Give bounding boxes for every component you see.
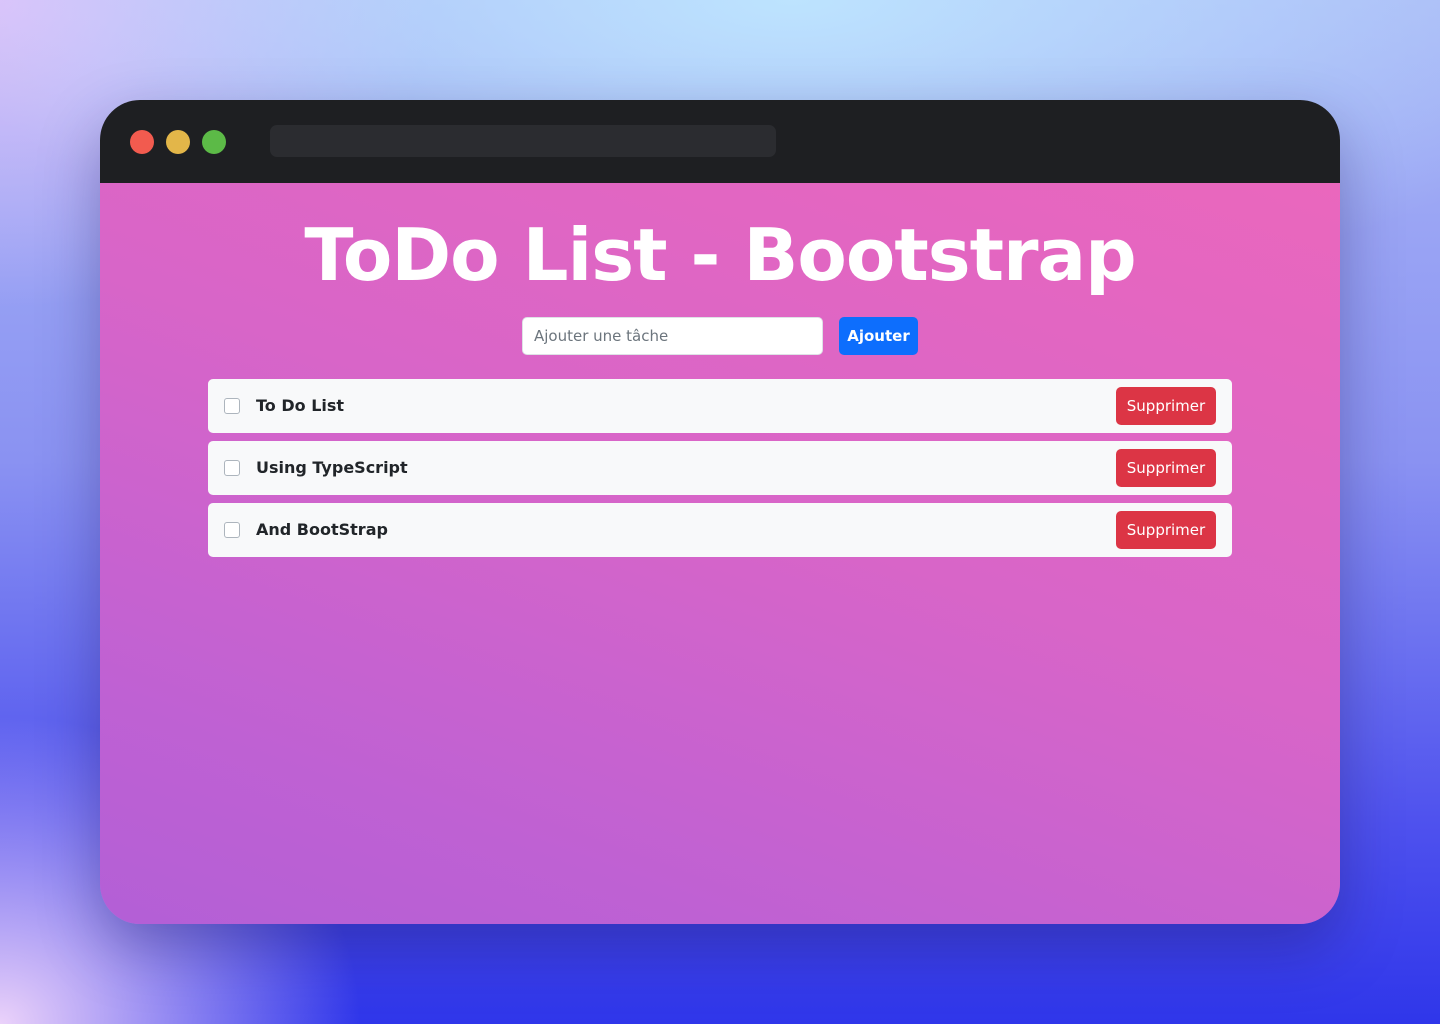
task-checkbox[interactable] [224, 398, 240, 414]
task-item: Using TypeScript Supprimer [208, 441, 1232, 495]
minimize-window-button[interactable] [166, 130, 190, 154]
maximize-window-button[interactable] [202, 130, 226, 154]
delete-task-button[interactable]: Supprimer [1116, 387, 1216, 425]
task-item: To Do List Supprimer [208, 379, 1232, 433]
task-list: To Do List Supprimer Using TypeScript Su… [208, 379, 1232, 565]
page-content: ToDo List - Bootstrap Ajouter To Do List… [100, 183, 1340, 924]
task-label: To Do List [256, 396, 345, 415]
browser-window: ToDo List - Bootstrap Ajouter To Do List… [100, 100, 1340, 924]
title-bar [100, 100, 1340, 183]
close-window-button[interactable] [130, 130, 154, 154]
task-label: And BootStrap [256, 520, 388, 539]
task-checkbox[interactable] [224, 460, 240, 476]
page-title: ToDo List - Bootstrap [304, 213, 1136, 297]
task-input[interactable] [522, 317, 823, 355]
task-checkbox[interactable] [224, 522, 240, 538]
delete-task-button[interactable]: Supprimer [1116, 511, 1216, 549]
address-bar[interactable] [270, 125, 776, 157]
task-label: Using TypeScript [256, 458, 408, 477]
delete-task-button[interactable]: Supprimer [1116, 449, 1216, 487]
add-task-button[interactable]: Ajouter [839, 317, 918, 355]
task-item: And BootStrap Supprimer [208, 503, 1232, 557]
